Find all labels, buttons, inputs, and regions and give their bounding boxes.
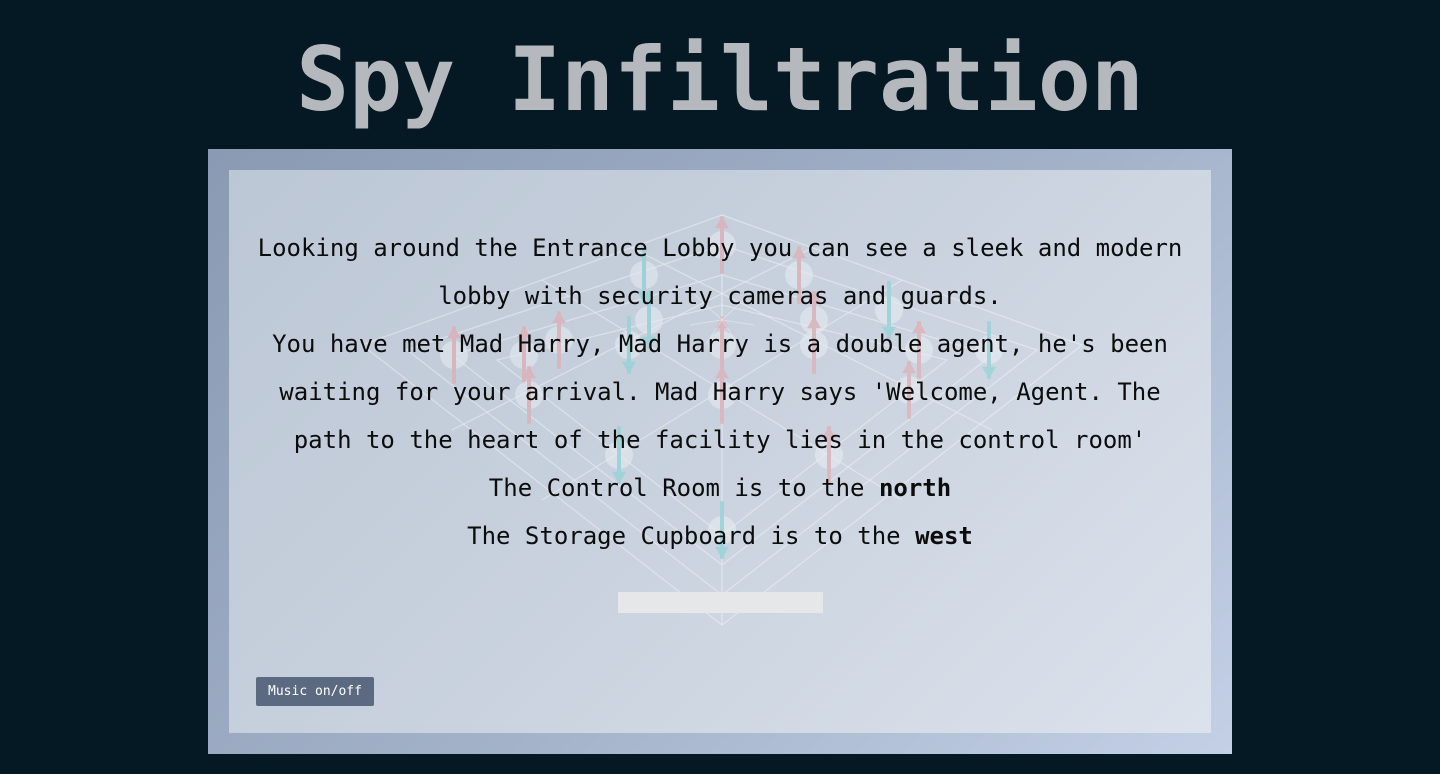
exit-north-text: The Control Room is to the — [488, 474, 879, 502]
game-frame: Looking around the Entrance Lobby you ca… — [208, 149, 1232, 754]
story-text: Looking around the Entrance Lobby you ca… — [249, 224, 1191, 560]
exit-north-direction: north — [878, 474, 952, 502]
exit-west: The Storage Cupboard is to the west — [249, 512, 1191, 560]
exit-west-text: The Storage Cupboard is to the — [467, 522, 916, 550]
game-title: Spy Infiltration — [296, 28, 1144, 131]
game-panel: Looking around the Entrance Lobby you ca… — [229, 170, 1211, 733]
exit-west-direction: west — [915, 522, 973, 550]
character-encounter: You have met Mad Harry, Mad Harry is a d… — [272, 330, 1168, 454]
music-toggle-button[interactable]: Music on/off — [256, 677, 374, 706]
command-input[interactable] — [618, 592, 823, 613]
room-description: Looking around the Entrance Lobby you ca… — [257, 234, 1183, 310]
exit-north: The Control Room is to the north — [249, 464, 1191, 512]
